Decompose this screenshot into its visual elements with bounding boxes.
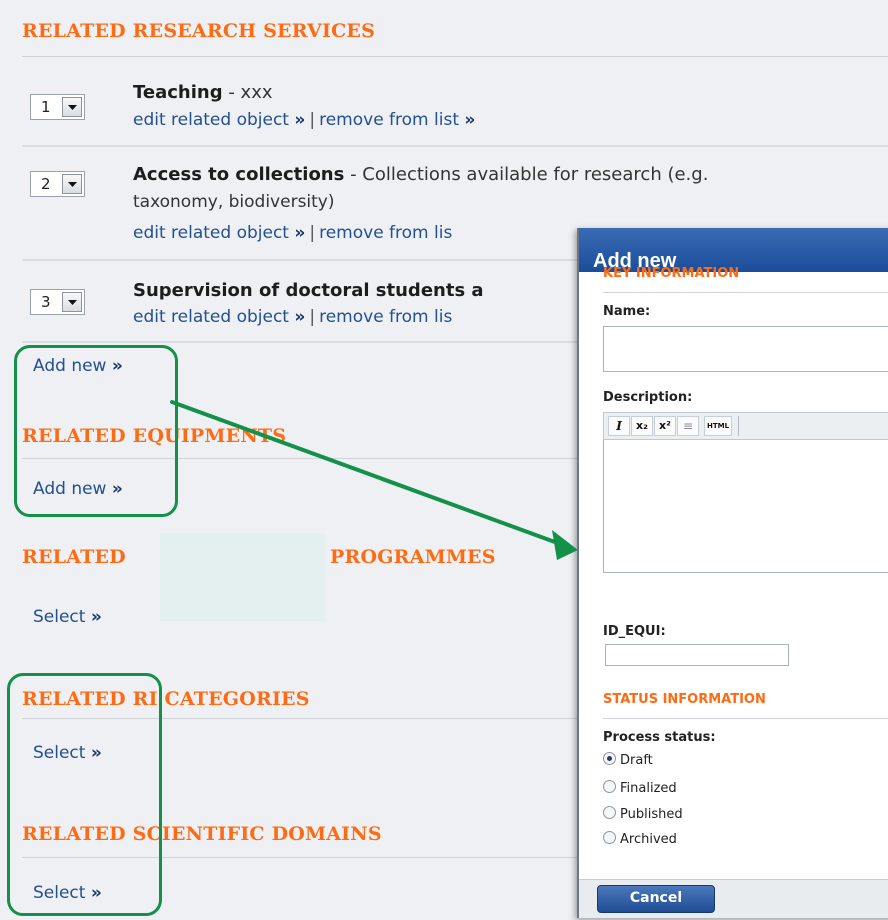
annotation-arrow bbox=[170, 400, 578, 560]
